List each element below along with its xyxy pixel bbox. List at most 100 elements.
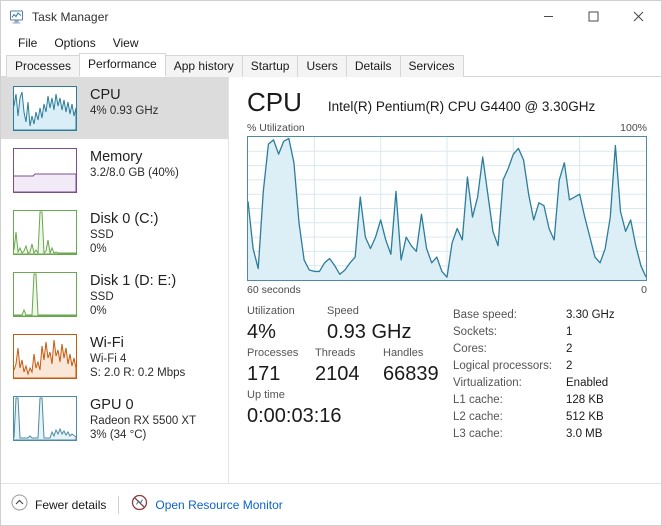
spec-key-base-speed: Base speed: <box>453 309 517 321</box>
tab-app-history[interactable]: App history <box>164 55 243 77</box>
sidebar-item-disk-1[interactable]: Disk 1 (D: E:) SSD 0% <box>1 263 228 325</box>
graph-axis-labels: % Utilization 100% <box>229 117 661 136</box>
disk-1-sparkline <box>13 272 77 317</box>
page-title: CPU <box>247 87 302 117</box>
fewer-details-label: Fewer details <box>35 497 107 512</box>
graph-time-labels: 60 seconds 0 <box>229 281 661 296</box>
task-manager-window: Task Manager File Options View Processes… <box>0 0 662 526</box>
cpu-spec-list: Base speed: 3.30 GHz Sockets: 1 Cores: 2… <box>451 304 661 443</box>
sidebar-item-memory-sub: 3.2/8.0 GB (40%) <box>90 167 179 179</box>
stat-utilization-label: Utilization <box>247 305 295 317</box>
stat-utilization-value: 4% <box>247 321 276 343</box>
spec-row-sockets: Sockets: 1 <box>453 324 661 341</box>
stat-processes-value: 171 <box>247 363 281 385</box>
wifi-sparkline <box>13 334 77 379</box>
tab-services[interactable]: Services <box>399 55 464 77</box>
tab-users[interactable]: Users <box>297 55 347 77</box>
open-resource-monitor-link[interactable]: Open Resource Monitor <box>131 494 283 516</box>
memory-sparkline <box>13 148 77 193</box>
stat-uptime-value: 0:00:03:16 <box>247 405 342 427</box>
sidebar-item-gpu-0-texts: GPU 0 Radeon RX 5500 XT 3% (34 °C) <box>90 396 196 442</box>
menu-item-file[interactable]: File <box>10 34 45 53</box>
close-button[interactable] <box>616 1 661 32</box>
spec-row-base-speed: Base speed: 3.30 GHz <box>453 307 661 324</box>
stat-speed: Speed 0.93 GHz <box>327 304 447 346</box>
cpu-sparkline <box>13 86 77 131</box>
sidebar-item-memory[interactable]: Memory 3.2/8.0 GB (40%) <box>1 139 228 201</box>
graph-x-left: 60 seconds <box>247 284 301 296</box>
sidebar-item-wifi-title: Wi-Fi <box>90 335 124 351</box>
tab-startup[interactable]: Startup <box>241 55 299 77</box>
spec-value-l1-cache: 128 KB <box>566 394 604 406</box>
sidebar-item-disk-0-texts: Disk 0 (C:) SSD 0% <box>90 210 158 256</box>
sidebar-item-gpu-0-sub1: Radeon RX 5500 XT <box>90 415 197 427</box>
spec-row-logical-processors: Logical processors: 2 <box>453 358 661 375</box>
minimize-button[interactable] <box>526 1 571 32</box>
spec-key-l3-cache: L3 cache: <box>453 428 503 440</box>
sidebar-item-gpu-0[interactable]: GPU 0 Radeon RX 5500 XT 3% (34 °C) <box>1 387 228 449</box>
stat-processes-label: Processes <box>247 347 299 359</box>
spec-key-virtualization: Virtualization: <box>453 377 522 389</box>
gpu-0-sparkline <box>13 396 77 441</box>
status-separator <box>118 495 120 514</box>
sidebar-item-disk-1-texts: Disk 1 (D: E:) SSD 0% <box>90 272 176 318</box>
sidebar-item-disk-0[interactable]: Disk 0 (C:) SSD 0% <box>1 201 228 263</box>
stat-row-3: Up time 0:00:03:16 <box>247 388 451 430</box>
spec-key-logical-processors: Logical processors: <box>453 360 553 372</box>
tab-details[interactable]: Details <box>345 55 401 77</box>
stat-processes: Processes 171 <box>247 346 315 388</box>
spec-value-l2-cache: 512 KB <box>566 411 604 423</box>
spec-row-virtualization: Virtualization: Enabled <box>453 375 661 392</box>
spec-value-cores: 2 <box>566 343 573 355</box>
stat-handles-value: 66839 <box>383 363 439 385</box>
maximize-button[interactable] <box>571 1 616 32</box>
cpu-chart-svg <box>248 137 646 280</box>
tab-processes[interactable]: Processes <box>6 55 81 77</box>
sidebar-item-disk-0-sub1: SSD <box>90 229 114 241</box>
stat-uptime: Up time 0:00:03:16 <box>247 388 447 430</box>
content-area: CPU 4% 0.93 GHz Memory 3.2/8.0 GB (40%) <box>1 77 661 483</box>
sidebar-item-cpu-sub: 4% 0.93 GHz <box>90 105 159 117</box>
sidebar-item-cpu-texts: CPU 4% 0.93 GHz <box>90 86 158 118</box>
spec-key-l1-cache: L1 cache: <box>453 394 503 406</box>
spec-value-sockets: 1 <box>566 326 573 338</box>
sidebar-item-disk-1-title: Disk 1 (D: E:) <box>90 273 177 289</box>
cpu-model-name: Intel(R) Pentium(R) CPU G4400 @ 3.30GHz <box>327 99 596 114</box>
sidebar-item-cpu[interactable]: CPU 4% 0.93 GHz <box>1 77 228 139</box>
open-resource-monitor-label: Open Resource Monitor <box>155 497 283 512</box>
stat-threads-value: 2104 <box>315 363 360 385</box>
spec-value-logical-processors: 2 <box>566 360 573 372</box>
graph-x-right: 0 <box>641 284 647 296</box>
cpu-detail-panel: CPU Intel(R) Pentium(R) CPU G4400 @ 3.30… <box>229 77 661 483</box>
status-bar: Fewer details Open Resource Monitor <box>1 483 661 525</box>
sidebar-item-disk-1-sub2: 0% <box>90 305 107 317</box>
menu-item-options[interactable]: Options <box>46 34 103 53</box>
sidebar-item-gpu-0-title: GPU 0 <box>90 397 134 413</box>
tab-strip: Processes Performance App history Startu… <box>1 53 661 77</box>
stat-speed-label: Speed <box>327 305 359 317</box>
fewer-details-button[interactable]: Fewer details <box>11 494 106 516</box>
sidebar-item-wifi-texts: Wi-Fi Wi-Fi 4 S: 2.0 R: 0.2 Mbps <box>90 334 185 380</box>
spec-key-sockets: Sockets: <box>453 326 498 338</box>
stat-handles: Handles 66839 <box>383 346 451 388</box>
menu-item-view[interactable]: View <box>105 34 147 53</box>
sidebar-item-gpu-0-sub2: 3% (34 °C) <box>90 429 147 441</box>
sidebar-item-disk-1-sub1: SSD <box>90 291 114 303</box>
resource-sidebar: CPU 4% 0.93 GHz Memory 3.2/8.0 GB (40%) <box>1 77 229 483</box>
cpu-header: CPU Intel(R) Pentium(R) CPU G4400 @ 3.30… <box>229 77 661 117</box>
tab-performance[interactable]: Performance <box>79 53 166 77</box>
task-manager-icon <box>9 9 25 25</box>
stat-threads: Threads 2104 <box>315 346 383 388</box>
title-bar: Task Manager <box>1 1 661 32</box>
sidebar-item-memory-texts: Memory 3.2/8.0 GB (40%) <box>90 148 179 180</box>
spec-value-base-speed: 3.30 GHz <box>566 309 615 321</box>
spec-value-virtualization: Enabled <box>566 377 609 389</box>
sidebar-item-wifi[interactable]: Wi-Fi Wi-Fi 4 S: 2.0 R: 0.2 Mbps <box>1 325 228 387</box>
spec-key-l2-cache: L2 cache: <box>453 411 503 423</box>
stat-row-2: Processes 171 Threads 2104 Handles 66839 <box>247 346 451 388</box>
spec-row-l3-cache: L3 cache: 3.0 MB <box>453 426 661 443</box>
spec-row-cores: Cores: 2 <box>453 341 661 358</box>
graph-y-max: 100% <box>620 122 647 134</box>
cpu-utilization-graph[interactable] <box>247 136 647 281</box>
stat-uptime-label: Up time <box>247 389 285 401</box>
